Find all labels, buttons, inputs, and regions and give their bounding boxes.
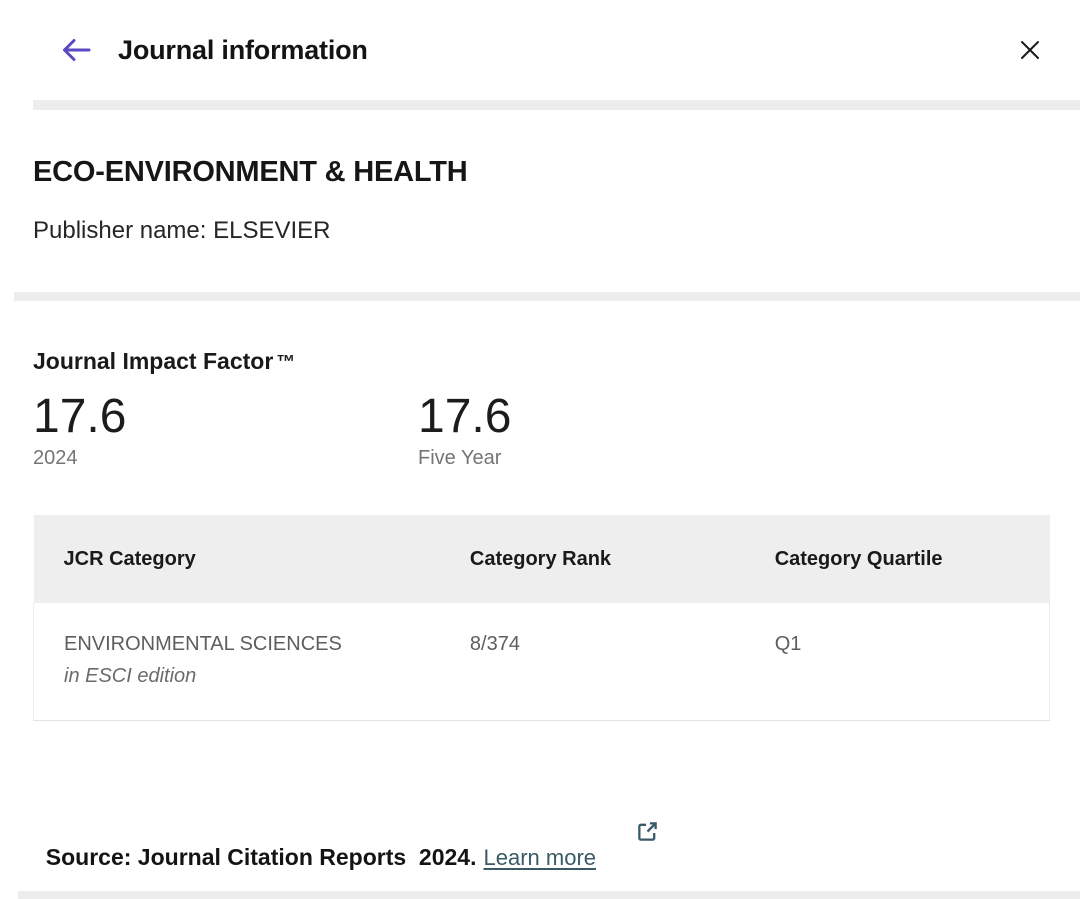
page-title: Journal information <box>118 35 368 66</box>
column-header-jcr-category: JCR Category <box>34 515 440 603</box>
cell-quartile: Q1 <box>745 603 1050 721</box>
source-text: Source: Journal Citation Reports 2024. <box>46 844 477 870</box>
panel-header: Journal information <box>0 0 1080 100</box>
table-row: ENVIRONMENTAL SCIENCES in ESCI edition 8… <box>34 603 1050 721</box>
arrow-left-icon <box>60 36 92 64</box>
category-name: ENVIRONMENTAL SCIENCES <box>64 633 430 656</box>
learn-more-link[interactable]: Learn more <box>484 845 659 870</box>
source-line: Source: Journal Citation Reports 2024. Le… <box>33 767 1047 875</box>
divider <box>18 891 1080 899</box>
impact-factor-metrics: 17.6 2024 17.6 Five Year <box>33 389 1047 470</box>
journal-name: ECO-ENVIRONMENT & HEALTH <box>33 156 1047 189</box>
column-header-category-rank: Category Rank <box>440 515 745 603</box>
cell-rank: 8/374 <box>440 603 745 721</box>
cell-category: ENVIRONMENTAL SCIENCES in ESCI edition <box>34 603 440 721</box>
table-header-row: JCR Category Category Rank Category Quar… <box>34 515 1050 603</box>
divider <box>33 100 1080 110</box>
close-button[interactable] <box>1018 38 1042 62</box>
publisher-name: Publisher name: ELSEVIER <box>33 217 1047 245</box>
divider <box>14 292 1080 301</box>
metric-value: 17.6 <box>33 389 418 444</box>
close-icon <box>1018 38 1042 62</box>
metric-value: 17.6 <box>418 389 803 444</box>
trademark-symbol: ™ <box>276 352 295 373</box>
metric-current-year: 17.6 2024 <box>33 389 418 470</box>
metric-label: Five Year <box>418 447 803 470</box>
back-button[interactable] <box>60 36 92 64</box>
column-header-category-quartile: Category Quartile <box>745 515 1050 603</box>
external-link-icon <box>599 794 659 875</box>
impact-factor-heading: Journal Impact Factor™ <box>33 348 1047 375</box>
metric-five-year: 17.6 Five Year <box>418 389 803 470</box>
metric-label: 2024 <box>33 447 418 470</box>
category-edition: in ESCI edition <box>64 665 430 688</box>
jcr-category-table: JCR Category Category Rank Category Quar… <box>33 515 1050 721</box>
